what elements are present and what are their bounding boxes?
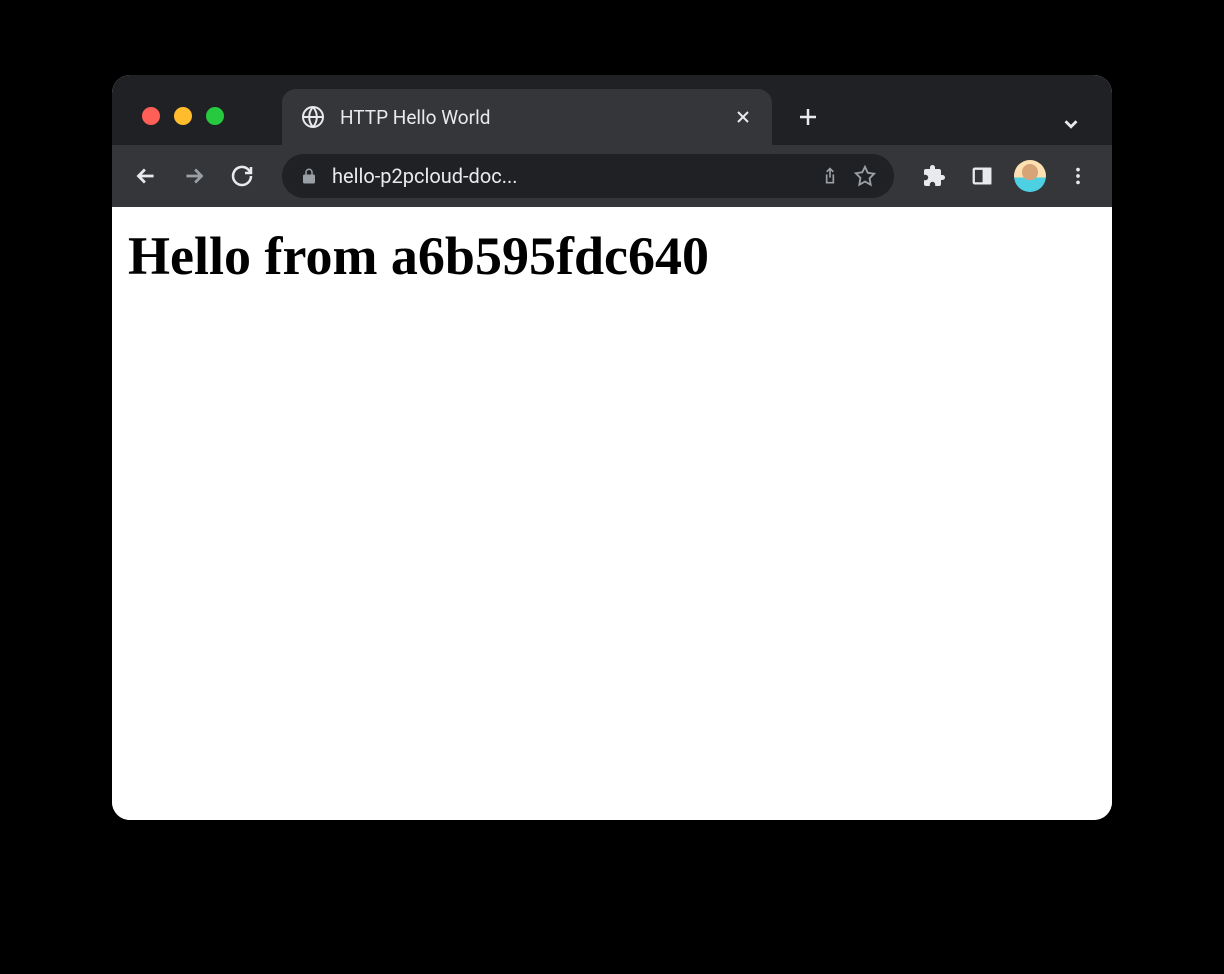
back-button[interactable] (130, 160, 162, 192)
menu-button[interactable] (1062, 160, 1094, 192)
forward-button[interactable] (178, 160, 210, 192)
page-content: Hello from a6b595fdc640 (112, 207, 1112, 820)
url-text: hello-p2pcloud-doc... (332, 164, 806, 188)
globe-icon (300, 104, 326, 130)
tab-list-dropdown[interactable] (1060, 113, 1082, 139)
chevron-down-icon (1060, 113, 1082, 135)
page-heading: Hello from a6b595fdc640 (128, 225, 1096, 287)
tabs-area: HTTP Hello World (282, 75, 820, 145)
reload-button[interactable] (226, 160, 258, 192)
close-icon (735, 109, 751, 125)
window-minimize-button[interactable] (174, 107, 192, 125)
toolbar: hello-p2pcloud-doc... (112, 145, 1112, 207)
arrow-right-icon (181, 163, 207, 189)
window-traffic-lights (142, 107, 224, 125)
arrow-left-icon (133, 163, 159, 189)
browser-window: HTTP Hello World (112, 75, 1112, 820)
titlebar: HTTP Hello World (112, 75, 1112, 145)
extensions-button[interactable] (918, 160, 950, 192)
side-panel-button[interactable] (966, 160, 998, 192)
address-bar[interactable]: hello-p2pcloud-doc... (282, 154, 894, 198)
window-maximize-button[interactable] (206, 107, 224, 125)
profile-avatar[interactable] (1014, 160, 1046, 192)
reload-icon (230, 164, 254, 188)
lock-icon (300, 167, 318, 185)
browser-tab[interactable]: HTTP Hello World (282, 89, 772, 145)
dots-vertical-icon (1067, 165, 1089, 187)
puzzle-icon (922, 164, 946, 188)
plus-icon (796, 105, 820, 129)
bookmark-star-icon[interactable] (854, 165, 876, 187)
tab-close-button[interactable] (732, 106, 754, 128)
tab-title: HTTP Hello World (340, 106, 718, 129)
panel-icon (971, 165, 993, 187)
window-close-button[interactable] (142, 107, 160, 125)
share-icon[interactable] (820, 166, 840, 186)
new-tab-button[interactable] (796, 89, 820, 145)
